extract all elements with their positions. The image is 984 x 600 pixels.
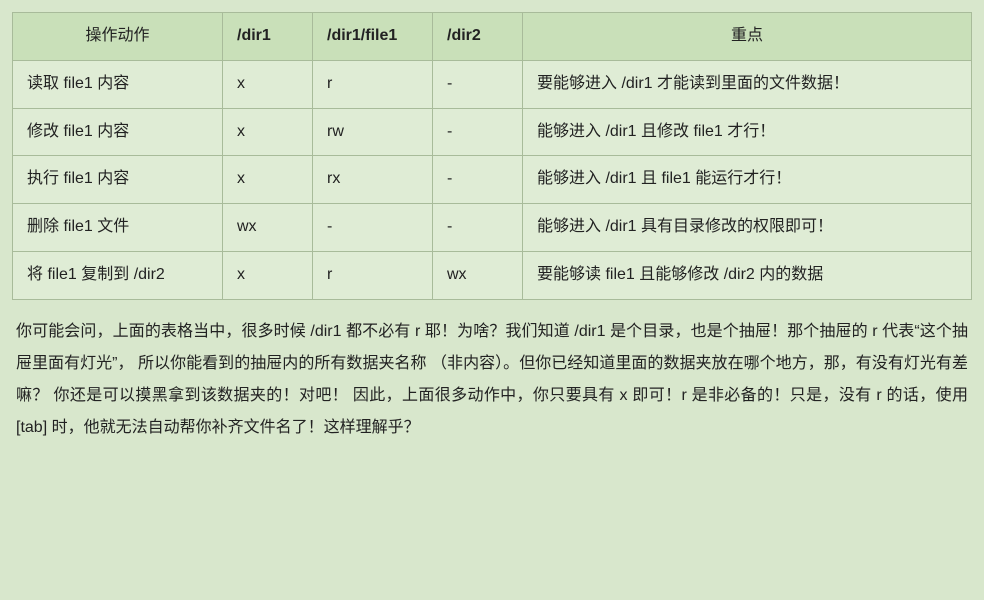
cell-dir1: x [223, 108, 313, 156]
table-header-row: 操作动作 /dir1 /dir1/file1 /dir2 重点 [13, 13, 972, 61]
cell-file1: r [313, 251, 433, 299]
cell-file1: rx [313, 156, 433, 204]
cell-dir1: x [223, 251, 313, 299]
cell-dir2: - [433, 60, 523, 108]
table-row: 删除 file1 文件 wx - - 能够进入 /dir1 具有目录修改的权限即… [13, 204, 972, 252]
cell-action: 修改 file1 内容 [13, 108, 223, 156]
cell-action: 执行 file1 内容 [13, 156, 223, 204]
cell-dir2: - [433, 108, 523, 156]
cell-dir2: wx [433, 251, 523, 299]
table-row: 修改 file1 内容 x rw - 能够进入 /dir1 且修改 file1 … [13, 108, 972, 156]
cell-keypoint: 能够进入 /dir1 且修改 file1 才行！ [523, 108, 972, 156]
cell-file1: - [313, 204, 433, 252]
cell-dir1: x [223, 156, 313, 204]
cell-keypoint: 能够进入 /dir1 且 file1 能运行才行！ [523, 156, 972, 204]
cell-action: 将 file1 复制到 /dir2 [13, 251, 223, 299]
col-keypoint: 重点 [523, 13, 972, 61]
table-row: 将 file1 复制到 /dir2 x r wx 要能够读 file1 且能够修… [13, 251, 972, 299]
col-dir2: /dir2 [433, 13, 523, 61]
cell-action: 删除 file1 文件 [13, 204, 223, 252]
permissions-table: 操作动作 /dir1 /dir1/file1 /dir2 重点 读取 file1… [12, 12, 972, 300]
cell-dir1: wx [223, 204, 313, 252]
cell-file1: r [313, 60, 433, 108]
col-dir1: /dir1 [223, 13, 313, 61]
cell-dir1: x [223, 60, 313, 108]
cell-keypoint: 要能够读 file1 且能够修改 /dir2 内的数据 [523, 251, 972, 299]
cell-dir2: - [433, 156, 523, 204]
table-row: 执行 file1 内容 x rx - 能够进入 /dir1 且 file1 能运… [13, 156, 972, 204]
cell-file1: rw [313, 108, 433, 156]
cell-dir2: - [433, 204, 523, 252]
explanation-paragraph: 你可能会问，上面的表格当中，很多时候 /dir1 都不必有 r 耶！为啥？我们知… [12, 316, 972, 444]
cell-keypoint: 能够进入 /dir1 具有目录修改的权限即可！ [523, 204, 972, 252]
col-dir1file1: /dir1/file1 [313, 13, 433, 61]
table-row: 读取 file1 内容 x r - 要能够进入 /dir1 才能读到里面的文件数… [13, 60, 972, 108]
cell-action: 读取 file1 内容 [13, 60, 223, 108]
cell-keypoint: 要能够进入 /dir1 才能读到里面的文件数据！ [523, 60, 972, 108]
col-action: 操作动作 [13, 13, 223, 61]
